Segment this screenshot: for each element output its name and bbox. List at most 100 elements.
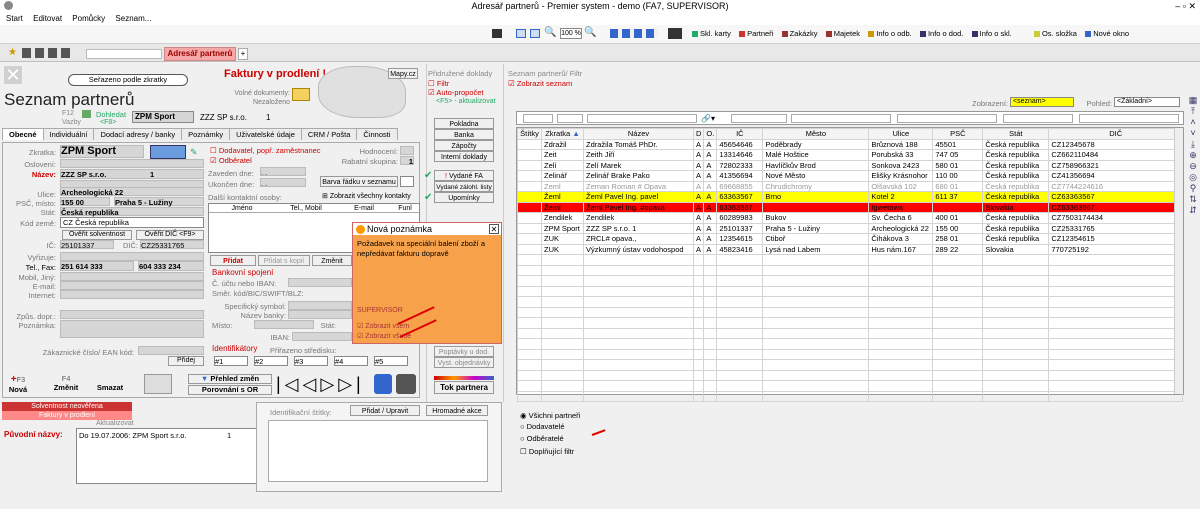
ic-field[interactable]: 25101337	[60, 240, 114, 250]
pridat-upravit-button[interactable]: Přidat / Upravit	[350, 405, 420, 416]
overdue-warning[interactable]: Faktury v prodlení !	[224, 68, 326, 80]
tab-search-input[interactable]	[86, 49, 162, 59]
sort-az-icon[interactable]: ⇅	[1186, 194, 1200, 205]
pridat-kontakt-button[interactable]: Přidat	[210, 255, 256, 266]
dohledat-link[interactable]: Dohledat	[96, 110, 126, 119]
table-row[interactable]: Žeml Žeml Pavel Ing. #opava A A 63363567 Igwe…	[517, 201, 1183, 213]
ean-field[interactable]	[138, 346, 204, 355]
wizard-icon[interactable]	[144, 374, 172, 394]
sort-indicator[interactable]: Seřazeno podle zkratky	[68, 74, 188, 86]
stitky-list[interactable]	[268, 420, 488, 482]
barva-radku-button[interactable]: Barva řádku v seznamu	[320, 176, 398, 187]
search-partner-icon[interactable]	[374, 374, 392, 394]
zoom-level[interactable]: 100 %	[560, 28, 582, 39]
tb-skl-karty[interactable]: Skl. karty	[692, 25, 731, 42]
spec-symbol-field[interactable]	[288, 301, 352, 310]
kod-zeme-select[interactable]: CZ Česká republika	[60, 217, 204, 228]
table-row[interactable]: Zeit Zeith Jiří A A 13314646 Malé Hoštice Poru…	[517, 149, 1183, 161]
color-swatch[interactable]	[400, 176, 414, 187]
page-icon-2[interactable]	[530, 29, 540, 38]
filtr-checkbox[interactable]: ☐ Filtr	[428, 79, 449, 88]
zobrazit-kontakty-link[interactable]: ⊞ Zobrazit všechny kontakty	[322, 192, 411, 200]
window-controls[interactable]: ‒ ▫ ✕	[1175, 0, 1196, 12]
tb-info-skl[interactable]: Info o skl.	[971, 25, 1012, 42]
monitor-icon[interactable]	[492, 29, 502, 38]
zoom-icon[interactable]: ⊕	[1186, 150, 1200, 161]
fax-field[interactable]: 604 333 234	[138, 261, 204, 271]
zpus-dopr-field[interactable]	[60, 310, 204, 319]
vydane-zalohy-button[interactable]: Vydané zálohl. listy	[434, 181, 494, 192]
iban-field[interactable]	[292, 332, 352, 341]
auto-propocet-checkbox[interactable]: ☑ Auto-propočet	[428, 88, 484, 97]
print-partner-icon[interactable]	[396, 374, 416, 394]
col-ic[interactable]: IČ	[716, 128, 764, 140]
zkratka-field[interactable]: ZPM Sport	[60, 145, 144, 158]
tb-nove-okno[interactable]: Nové okno	[1085, 25, 1129, 42]
filter-mesto[interactable]	[791, 114, 891, 123]
last-icon[interactable]: ⤓	[1186, 139, 1200, 150]
new-tab-button[interactable]: +	[238, 48, 248, 60]
pohled-select[interactable]: <Základní>	[1114, 97, 1180, 107]
zoom-out-icon[interactable]: 🔍	[544, 27, 556, 38]
close-icon[interactable]: ✕	[4, 66, 22, 84]
menu-pomucky[interactable]: Pomůcky	[72, 14, 105, 23]
aktualizovat-link[interactable]: Aktualizovat	[96, 420, 134, 427]
interni-doklady-button[interactable]: Interní doklady	[434, 151, 494, 162]
col-psc[interactable]: PSČ	[932, 128, 984, 140]
faktury-badge[interactable]: Faktury v prodlení	[2, 411, 132, 420]
tab-tool-icons[interactable]	[22, 48, 74, 58]
puvodni-list[interactable]: Do 19.07.2006: ZPM Sport s.r.o. 1	[76, 428, 264, 484]
doplnujici-filtr-checkbox[interactable]: ☐ Doplňující filtr	[520, 447, 574, 456]
tab-obecne[interactable]: Obecné	[2, 128, 44, 140]
col-stat[interactable]: Stát	[982, 128, 1050, 140]
calc-icon[interactable]	[668, 28, 682, 39]
pridat-kopii-button[interactable]: Přidat s kopií	[258, 255, 310, 266]
col-stitky[interactable]: Štítky	[517, 128, 542, 140]
nazev-banky-field[interactable]	[288, 310, 352, 319]
table-row[interactable]: Zeml Zeman Roman # Opava A A 69668855 Chrudic…	[517, 180, 1183, 192]
radio-vsichni[interactable]: ◉ Všichni partneři	[520, 411, 580, 420]
nova-button[interactable]: +F3 Nová	[4, 374, 32, 396]
zmenit-kontakt-button[interactable]: Změnit	[312, 255, 352, 266]
filter-stat[interactable]	[1003, 114, 1073, 123]
zmenit-button[interactable]: F4 Změnit	[46, 374, 86, 396]
edit-icon[interactable]: ✎	[190, 147, 198, 158]
filter-row[interactable]: 🔗▾	[516, 111, 1184, 125]
filter-nazev[interactable]	[587, 114, 697, 123]
col-nazev[interactable]: Název	[583, 128, 694, 140]
col-dic[interactable]: DIČ	[1048, 128, 1183, 140]
pokladna-button[interactable]: Pokladna	[434, 118, 494, 129]
tok-partnera-button[interactable]: Tok partnera	[434, 381, 494, 394]
radio-odberatele[interactable]: ○ Odběratelé	[520, 434, 564, 443]
menu-start[interactable]: Start	[6, 14, 23, 23]
stat-field[interactable]: Česká republika	[60, 207, 204, 217]
table-row[interactable]: ZUK ZRCL# opava., A A 12354615 Ctiboř Čihákova…	[517, 233, 1183, 245]
menu-editovat[interactable]: Editovat	[33, 14, 62, 23]
popup-text[interactable]: Požadavek na speciální balení zboží a ne…	[357, 239, 499, 259]
nav-arrows[interactable]: |◁◁▷▷|	[276, 374, 366, 394]
filter-stitky[interactable]	[523, 114, 553, 123]
id-4[interactable]: #4	[334, 356, 368, 366]
first-icon[interactable]: ⤒	[1186, 106, 1200, 117]
col-zkratka[interactable]: Zkratka ▲	[541, 128, 584, 140]
osloveni-field[interactable]	[60, 159, 204, 168]
filter-icon[interactable]: ⚲	[1186, 183, 1200, 194]
link-icon[interactable]	[82, 110, 91, 118]
porovnani-or-button[interactable]: Porovnání s OR	[188, 385, 272, 395]
tab-uzivatelske[interactable]: Uživatelské údaje	[229, 128, 302, 140]
radio-dodavatele[interactable]: ○ Dodavatelé	[520, 422, 565, 431]
banka-button[interactable]: Banka	[434, 129, 494, 140]
zobrazeni-select[interactable]: <seznam>	[1010, 97, 1074, 107]
zoom-icon-2[interactable]: ⊖	[1186, 161, 1200, 172]
odberatel-checkbox[interactable]: ☑ Odběratel	[210, 156, 252, 165]
misto-field[interactable]: Praha 5 - Lužiny	[114, 197, 204, 207]
hodnoceni-field[interactable]	[400, 146, 414, 155]
table-row[interactable]: Zelí Zelí Marek A A 72802333 Havlíčkův Brod So…	[517, 159, 1183, 171]
mapy-cz-button[interactable]: Mapy.cz	[388, 68, 418, 79]
table-row[interactable]: ZPM Sport ZZZ SP s.r.o. 1 A A 25101337 Praha …	[517, 222, 1183, 234]
overit-solventnost-button[interactable]: Ověřit solventnost	[62, 230, 132, 240]
prehled-zmen-button[interactable]: ▼ Přehled změn	[188, 374, 272, 384]
ucet-field[interactable]	[288, 278, 352, 287]
page-icon[interactable]	[516, 29, 526, 38]
tab-crm[interactable]: CRM / Pošta	[300, 128, 358, 140]
